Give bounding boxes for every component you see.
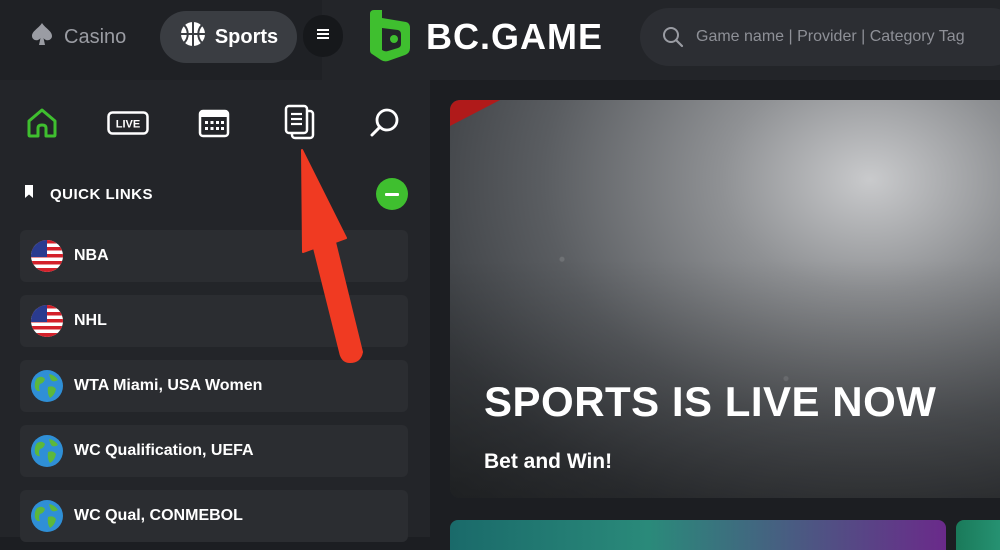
promo-banner-secondary[interactable] — [450, 520, 946, 550]
nav-live[interactable]: LIVE — [104, 102, 152, 148]
quick-link-nba[interactable]: NBA — [20, 230, 408, 282]
tab-casino[interactable]: Casino — [28, 11, 153, 63]
nav-search[interactable] — [362, 102, 408, 148]
collapse-quick-links-button[interactable] — [376, 178, 408, 210]
globe-icon — [31, 500, 63, 532]
banner-corner-decoration — [450, 100, 500, 126]
game-search[interactable] — [640, 8, 1000, 66]
promo-banner-tertiary[interactable] — [956, 520, 1000, 550]
main-content: SPORTS IS LIVE NOW Bet and Win! — [430, 80, 1000, 550]
quick-link-wc-qual-uefa[interactable]: WC Qualification, UEFA — [20, 425, 408, 477]
spade-icon — [28, 20, 56, 54]
betslip-icon — [283, 104, 317, 147]
hamburger-icon — [316, 27, 330, 45]
sports-sidebar: LIVE QUICK LINKS NBA NHL WTA Miami, USA … — [0, 80, 430, 542]
logo-icon — [368, 8, 412, 67]
quick-link-label: WTA Miami, USA Women — [74, 377, 263, 394]
banner-title: SPORTS IS LIVE NOW — [484, 378, 937, 425]
search-input[interactable] — [694, 27, 998, 47]
calendar-icon — [198, 107, 230, 144]
search-icon — [369, 107, 401, 144]
quick-links-title: QUICK LINKS — [50, 185, 153, 203]
banner-background — [450, 100, 1000, 498]
tab-sports[interactable]: Sports — [160, 11, 297, 63]
quick-link-label: NHL — [74, 312, 107, 329]
sidebar-nav: LIVE — [0, 80, 430, 165]
nav-betslip[interactable] — [277, 102, 323, 148]
quick-link-label: WC Qualification, UEFA — [74, 442, 254, 459]
nav-calendar[interactable] — [191, 102, 237, 148]
promo-banner[interactable]: SPORTS IS LIVE NOW Bet and Win! — [450, 100, 1000, 498]
home-icon — [25, 106, 59, 145]
us-flag-icon — [31, 240, 63, 272]
live-icon: LIVE — [107, 110, 149, 140]
quick-link-nhl[interactable]: NHL — [20, 295, 408, 347]
basketball-icon — [179, 20, 207, 54]
menu-button[interactable] — [303, 15, 343, 57]
us-flag-icon — [31, 305, 63, 337]
bookmark-icon — [24, 185, 34, 203]
globe-icon — [31, 370, 63, 402]
top-bar: Casino Sports BC.GAME — [0, 0, 1000, 80]
globe-icon — [31, 435, 63, 467]
search-icon — [662, 26, 684, 48]
live-icon-label: LIVE — [116, 118, 140, 130]
nav-home[interactable] — [19, 102, 65, 148]
tab-casino-label: Casino — [64, 25, 127, 48]
quick-link-wc-qual-conmebol[interactable]: WC Qual, CONMEBOL — [20, 490, 408, 542]
quick-link-label: WC Qual, CONMEBOL — [74, 507, 243, 524]
quick-link-label: NBA — [74, 247, 109, 264]
banner-subtitle: Bet and Win! — [484, 450, 613, 473]
minus-icon — [385, 192, 399, 196]
brand-name: BC.GAME — [426, 16, 603, 57]
brand-logo[interactable]: BC.GAME — [368, 8, 603, 67]
quick-links-header: QUICK LINKS — [24, 178, 410, 210]
quick-link-wta-miami[interactable]: WTA Miami, USA Women — [20, 360, 408, 412]
tab-sports-label: Sports — [214, 25, 279, 48]
